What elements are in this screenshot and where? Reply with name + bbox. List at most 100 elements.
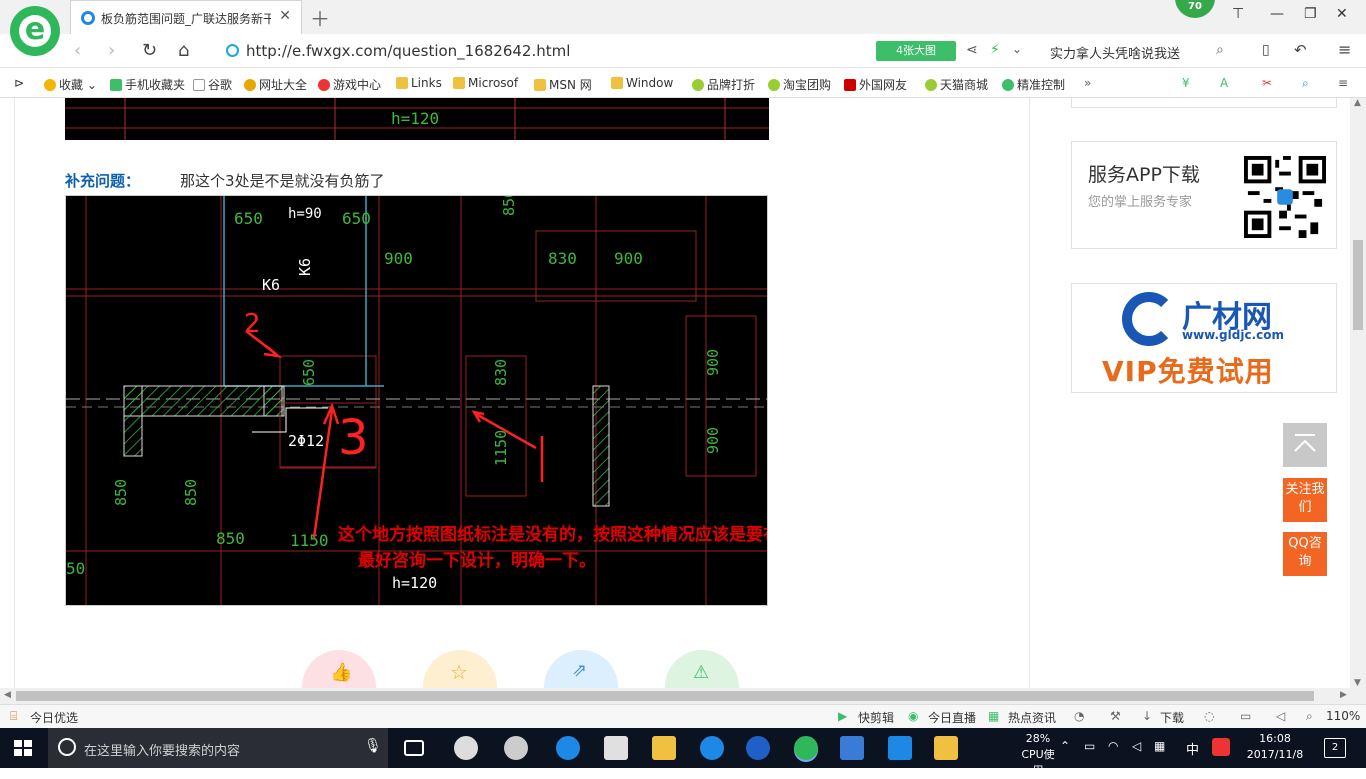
close-window-button[interactable]: ✕ [1336, 6, 1348, 22]
horizontal-scrollbar[interactable]: ◀ ▶ [0, 688, 1366, 704]
scroll-left-icon[interactable]: ◀ [4, 690, 11, 700]
ie-icon[interactable] [700, 736, 724, 760]
taskbar-clock[interactable]: 16:08 2017/11/8 [1246, 731, 1304, 763]
vertical-scrollbar[interactable]: ▲ ▼ [1350, 98, 1366, 688]
scroll-right-icon[interactable]: ▶ [1340, 690, 1347, 700]
microphone-icon[interactable]: 🎙 [364, 738, 382, 754]
status-today-picks[interactable]: 今日优选 [30, 709, 78, 726]
app-window-icon[interactable] [840, 736, 864, 760]
bookmark-item[interactable]: 品牌打折 [692, 76, 755, 93]
address-input[interactable]: http://e.fwxgx.com/question_1682642.html [220, 38, 870, 64]
restore-button[interactable]: ❐ [1304, 6, 1317, 22]
status-item[interactable]: 今日直播 [928, 709, 976, 726]
bookmark-item[interactable]: 天猫商城 [925, 76, 988, 93]
bookmark-item[interactable]: Window [611, 76, 673, 90]
360-browser-icon[interactable] [794, 736, 818, 760]
speaker-icon[interactable]: ◁ [1132, 739, 1141, 753]
status-item[interactable]: 快剪辑 [858, 709, 894, 726]
glodon-icon[interactable] [746, 736, 770, 760]
bookmark-item[interactable]: 收藏 ⌄ [44, 76, 97, 93]
level-badge[interactable]: 70 [1175, 0, 1215, 18]
keyboard-icon[interactable]: ▦ [1154, 739, 1165, 753]
browser-tab[interactable]: 板负筋范围问题_广联达服务新干 ✕ [70, 0, 302, 34]
search-icon[interactable]: ⌕ [1216, 42, 1224, 58]
status-download[interactable]: 下载 [1160, 709, 1184, 726]
scissors-icon[interactable]: ✂ [1262, 76, 1272, 90]
lightning-icon[interactable]: ⚡ [990, 42, 1000, 58]
ie-mode-icon[interactable]: ◌ [1204, 709, 1214, 723]
clock-time: 16:08 [1259, 732, 1291, 745]
home-icon[interactable]: ⌂ [178, 40, 189, 61]
app-download-card[interactable]: 服务APP下载 您的掌上服务专家 [1071, 141, 1337, 249]
magnifier-icon[interactable]: ⌕ [1302, 76, 1309, 91]
task-view-icon[interactable] [404, 740, 424, 756]
cad-label: 850 [216, 529, 245, 548]
cad-label: 900 [704, 349, 722, 376]
tools-icon[interactable]: ⚒ [1110, 709, 1121, 723]
gldjc-ad-banner[interactable]: 广材网 www.gldjc.com VIP免费试用 [1071, 283, 1337, 393]
qq-consult-button[interactable]: QQ咨询 [1283, 532, 1327, 576]
bookmark-item[interactable]: Links [396, 76, 442, 90]
bookmark-item[interactable]: 手机收藏夹 [110, 76, 185, 93]
shirt-skin-icon[interactable]: ⊤ [1232, 6, 1244, 22]
status-item[interactable]: 热点资讯 [1008, 709, 1056, 726]
share-icon[interactable]: ⋖ [966, 42, 978, 58]
scroll-down-icon[interactable]: ▼ [1354, 678, 1361, 688]
pinwheel-app-icon[interactable] [454, 736, 478, 760]
back-to-top-button[interactable] [1283, 423, 1327, 467]
battery-icon[interactable]: ▭ [1084, 739, 1095, 753]
plus-app-icon[interactable] [888, 736, 912, 760]
bookmark-item[interactable]: Microsof [453, 76, 518, 90]
store-icon[interactable] [604, 736, 628, 760]
menu-icon[interactable]: ≡ [1338, 40, 1351, 59]
forward-icon[interactable]: › [108, 40, 115, 61]
mobile-icon[interactable]: ▯ [1262, 42, 1270, 58]
horizontal-scroll-thumb[interactable] [16, 691, 1314, 701]
follow-us-button[interactable]: 关注我们 [1283, 478, 1327, 522]
undo-icon[interactable]: ↶ [1294, 41, 1307, 59]
new-tab-button[interactable]: ＋ [310, 3, 330, 32]
bookmark-item[interactable]: 网址大全 [244, 76, 307, 93]
chevron-down-icon[interactable]: ⌄ [1012, 42, 1022, 56]
zoom-level[interactable]: 110% [1326, 709, 1360, 723]
back-icon[interactable]: ‹ [74, 40, 81, 61]
notes-app-icon[interactable] [934, 736, 958, 760]
close-tab-icon[interactable]: ✕ [279, 8, 291, 24]
search-suggestion[interactable]: 实力拿人头凭啥说我送 [1050, 43, 1180, 62]
refresh-icon[interactable]: ↻ [142, 40, 157, 61]
more-bookmarks-icon[interactable]: » [1084, 76, 1091, 90]
bookmark-item[interactable]: MSN 网 [534, 76, 592, 93]
cpu-usage[interactable]: 28% CPU使用 [1016, 731, 1060, 779]
edge-icon[interactable] [556, 736, 580, 760]
browser-logo[interactable]: e [10, 6, 60, 56]
browser-app-icon[interactable] [504, 736, 528, 760]
big-pic-button[interactable]: 4张大图 [876, 41, 956, 61]
sogou-ime-icon[interactable] [1212, 738, 1230, 756]
cad-image-top[interactable]: h=120 [65, 98, 769, 140]
phone-icon [110, 79, 122, 91]
bookmark-item[interactable]: 精准控制 [1002, 76, 1065, 93]
file-explorer-icon[interactable] [652, 736, 676, 760]
bookmark-item[interactable]: 淘宝团购 [768, 76, 831, 93]
cad-image-main[interactable]: 650 h=90 650 K6 900 830 900 2Φ12 850 115… [65, 195, 768, 606]
bookmark-item[interactable]: 谷歌 [193, 76, 232, 93]
yen-shield-icon[interactable]: ¥ [1182, 76, 1190, 90]
windows-start-icon[interactable] [14, 740, 32, 756]
volume-icon[interactable]: ◁ [1276, 709, 1285, 723]
bookmark-item[interactable]: 外国网友 [844, 76, 907, 93]
tray-expand-icon[interactable]: ⌃ [1060, 739, 1070, 753]
notification-center-icon[interactable]: 2 [1324, 738, 1346, 758]
translate-icon[interactable]: A [1220, 76, 1228, 90]
wifi-icon[interactable]: ◠ [1108, 739, 1118, 753]
bookmark-menu-icon[interactable]: ≡ [1338, 76, 1348, 90]
speed-icon[interactable]: ◔ [1074, 709, 1084, 723]
vertical-scroll-thumb[interactable] [1353, 240, 1363, 330]
taskbar-search-input[interactable]: 在这里输入你要搜索的内容 🎙 [48, 728, 388, 768]
minimize-button[interactable]: — [1270, 6, 1284, 22]
bookmark-item[interactable]: 游戏中心 [318, 76, 381, 93]
qr-code[interactable] [1244, 156, 1326, 238]
ime-indicator[interactable]: 中 [1186, 739, 1199, 758]
sidebar-toggle-icon[interactable]: ⊳ [14, 76, 24, 90]
window-icon[interactable]: ▭ [1240, 709, 1251, 723]
scroll-up-icon[interactable]: ▲ [1354, 98, 1361, 108]
